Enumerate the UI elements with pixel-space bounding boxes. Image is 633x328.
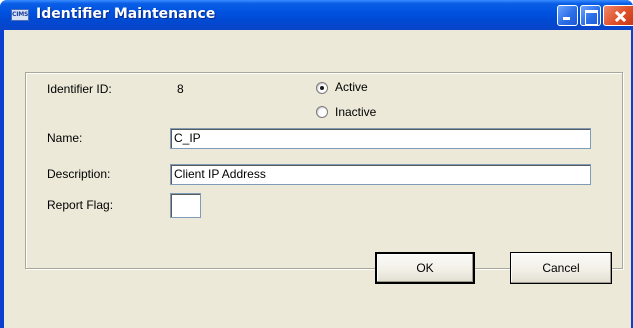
close-button[interactable] xyxy=(603,5,633,26)
description-label: Description: xyxy=(47,167,111,181)
identifier-maintenance-window: CIMS Identifier Maintenance Identifier I… xyxy=(0,0,633,328)
maximize-button[interactable] xyxy=(580,5,601,26)
name-field[interactable]: C_IP xyxy=(170,128,591,149)
window-title: Identifier Maintenance xyxy=(36,6,216,22)
inactive-radio[interactable] xyxy=(316,106,328,118)
inactive-radio-label[interactable]: Inactive xyxy=(335,105,376,119)
description-field[interactable]: Client IP Address xyxy=(170,164,591,185)
report-flag-field[interactable] xyxy=(170,193,201,218)
active-radio-label[interactable]: Active xyxy=(335,80,368,94)
report-flag-label: Report Flag: xyxy=(47,198,114,212)
name-label: Name: xyxy=(47,131,83,145)
cancel-button[interactable]: Cancel xyxy=(510,252,612,284)
ok-button[interactable]: OK xyxy=(375,252,475,284)
title-bar[interactable]: CIMS Identifier Maintenance xyxy=(0,0,633,30)
identifier-id-label: Identifier ID: xyxy=(47,82,112,96)
app-icon: CIMS xyxy=(11,9,29,21)
minimize-button[interactable] xyxy=(557,5,578,26)
identifier-id-value: 8 xyxy=(177,82,184,96)
dialog-client-area: Identifier ID: 8 Active Inactive Name: C… xyxy=(4,30,631,328)
active-radio[interactable] xyxy=(316,82,328,94)
